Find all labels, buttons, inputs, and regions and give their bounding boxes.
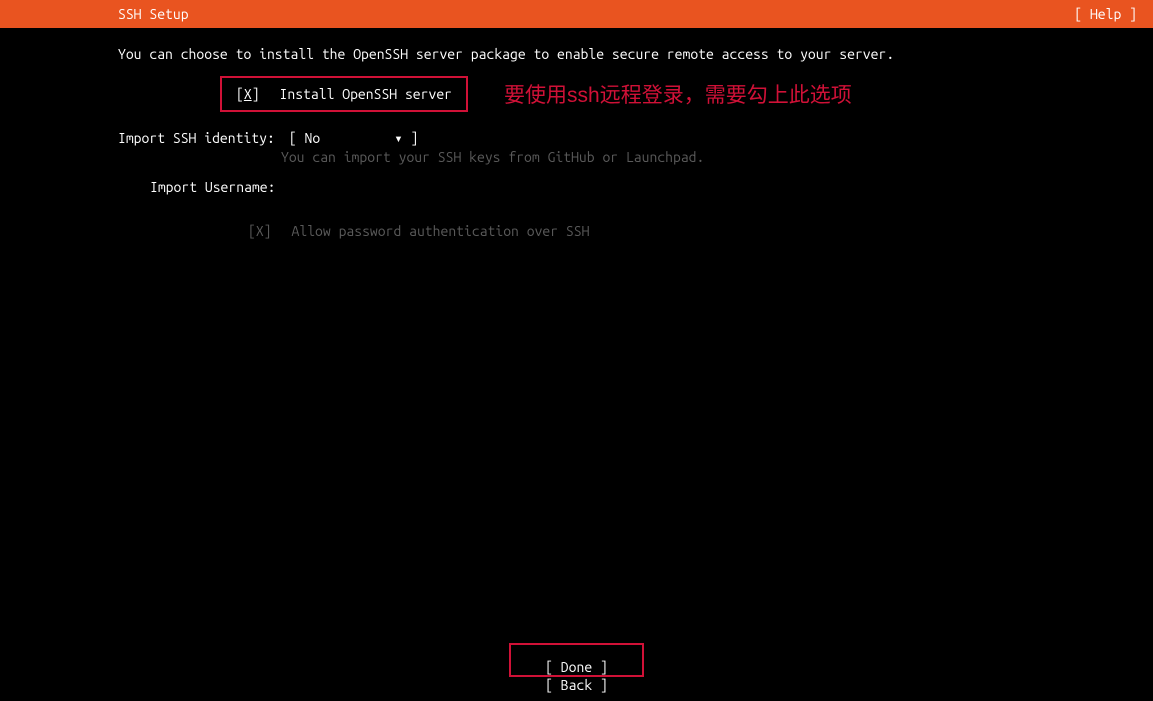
- import-username-row: Import Username:: [150, 179, 1153, 195]
- allow-password-checkbox[interactable]: [X]: [248, 223, 272, 239]
- install-row: [X] Install OpenSSH server 要使用ssh远程登录，需要…: [118, 76, 1153, 112]
- import-username-label: Import Username:: [150, 179, 275, 195]
- bottom-buttons: [ Done ] [ Back ]: [0, 643, 1153, 693]
- done-highlight-box: [ Done ]: [509, 643, 644, 677]
- annotation-text: 要使用ssh远程登录，需要勾上此选项: [504, 79, 852, 109]
- main-content: You can choose to install the OpenSSH se…: [0, 28, 1153, 239]
- import-identity-label: Import SSH identity:: [118, 130, 275, 146]
- description-text: You can choose to install the OpenSSH se…: [118, 46, 1153, 62]
- allow-password-row: [X] Allow password authentication over S…: [248, 223, 1153, 239]
- import-identity-row: Import SSH identity: [ No▾ ]: [118, 130, 1153, 147]
- header-bar: SSH Setup [ Help ]: [0, 0, 1153, 28]
- done-button[interactable]: [ Done ]: [545, 659, 608, 675]
- install-highlight-box: [X] Install OpenSSH server: [220, 76, 468, 112]
- chevron-down-icon: ▾: [394, 130, 402, 146]
- back-button-row: [ Back ]: [545, 677, 608, 693]
- import-identity-help: You can import your SSH keys from GitHub…: [281, 149, 1153, 165]
- install-checkbox[interactable]: [X]: [236, 86, 260, 102]
- import-identity-dropdown[interactable]: [ No▾ ]: [289, 130, 419, 147]
- header-title: SSH Setup: [118, 6, 189, 22]
- allow-password-label: Allow password authentication over SSH: [292, 223, 590, 239]
- install-label: Install OpenSSH server: [280, 86, 452, 102]
- back-button[interactable]: [ Back ]: [545, 677, 608, 693]
- help-button[interactable]: [ Help ]: [1074, 6, 1137, 22]
